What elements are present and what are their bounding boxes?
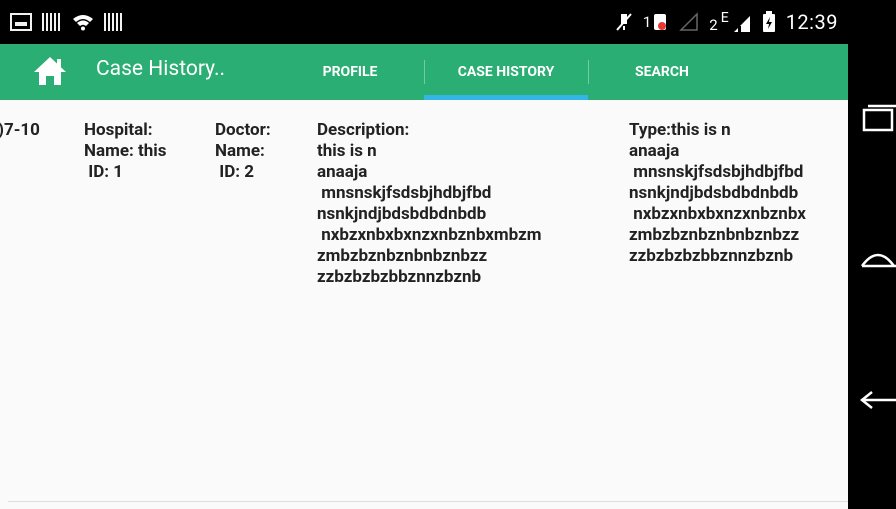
case-hospital: Hospital: Name: this ID: 1 (84, 120, 167, 182)
case-description: Description: this is n anaaja mnsnskjfsd… (317, 120, 542, 287)
status-left (10, 0, 124, 44)
case-history-list: )7-10 Hospital: Name: this ID: 1 Doctor:… (0, 100, 848, 509)
clock: 12:39 (785, 10, 838, 34)
home-icon[interactable] (33, 56, 67, 86)
row-divider (8, 501, 848, 502)
page-title: Case History.. (96, 57, 226, 81)
status-right: 1 2 E 12:39 (615, 0, 838, 44)
tab-bar: PROFILE CASE HISTORY SEARCH (276, 44, 848, 100)
case-date: )7-10 (0, 120, 40, 140)
app-screen: 1 2 E 12:39 Case History.. PROFILE CASE … (0, 0, 848, 509)
barcode-icon (104, 13, 124, 31)
sim2-indicator: 2 E (709, 10, 751, 34)
tab-search[interactable]: SEARCH (588, 44, 736, 100)
signal-icon (679, 12, 699, 31)
sim2-label: 2 (709, 16, 718, 34)
nav-home-icon[interactable] (858, 240, 896, 280)
sim1-icon (654, 14, 667, 30)
back-icon[interactable] (858, 380, 896, 420)
tab-case-history[interactable]: CASE HISTORY (424, 44, 588, 100)
tab-profile[interactable]: PROFILE (276, 44, 424, 100)
status-bar: 1 2 E 12:39 (0, 0, 848, 44)
navigation-bar (848, 0, 896, 509)
mute-icon (616, 13, 632, 31)
picture-icon (10, 13, 32, 31)
battery-icon (762, 11, 775, 32)
case-type: Type:this is n anaaja mnsnskjfsdsbjhdbjf… (629, 120, 806, 266)
network-type-label: E (720, 10, 729, 26)
recents-icon[interactable] (858, 100, 896, 140)
action-bar: Case History.. PROFILE CASE HISTORY SEAR… (0, 44, 848, 100)
wifi-icon (73, 15, 93, 31)
sim1-indicator: 1 (643, 13, 667, 31)
sim1-label: 1 (642, 13, 652, 31)
case-doctor: Doctor: Name: ID: 2 (215, 120, 271, 182)
signal-strength-icon (733, 16, 750, 32)
barcode-icon (42, 13, 62, 31)
